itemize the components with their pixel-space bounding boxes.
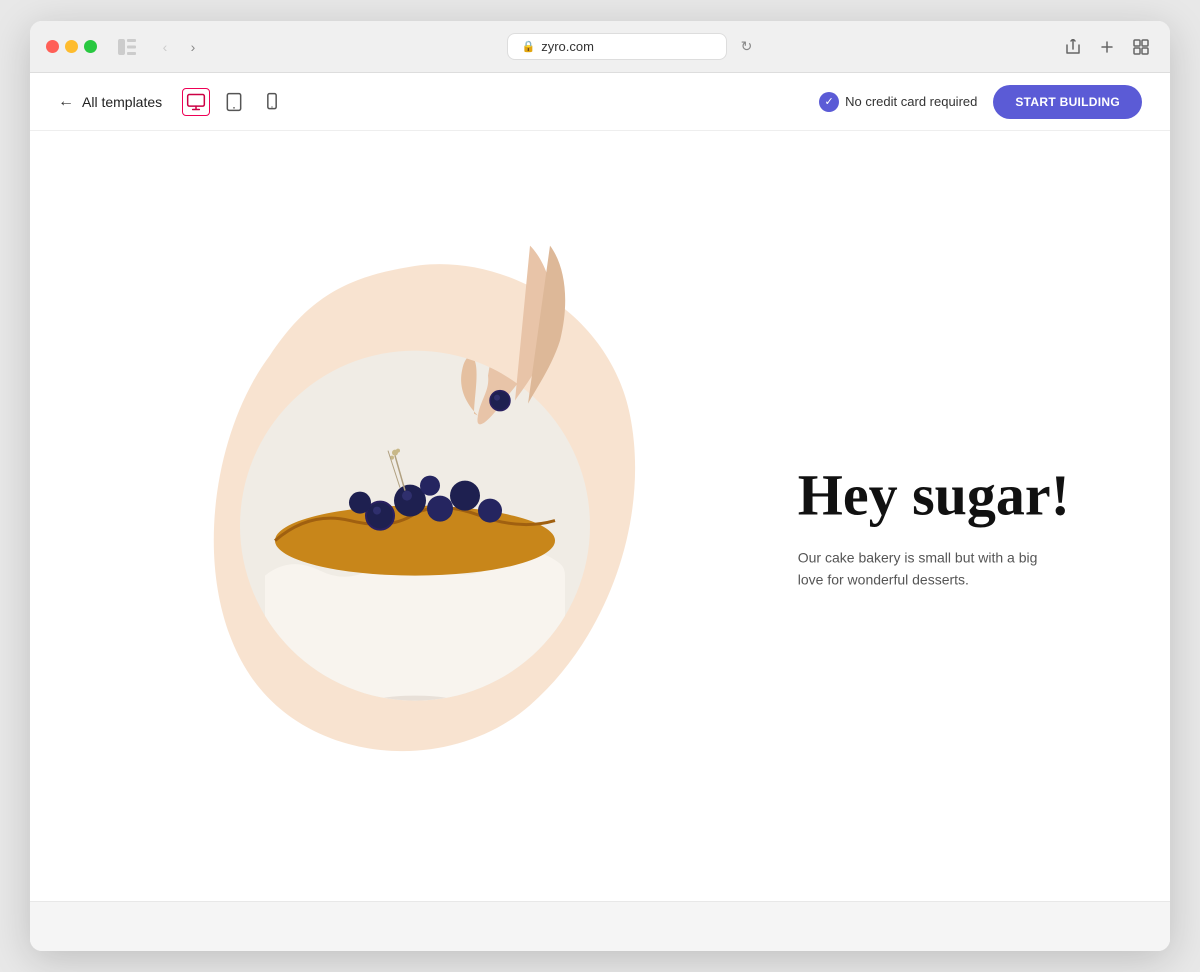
back-nav-arrow[interactable]: ‹ (153, 35, 177, 59)
traffic-light-maximize[interactable] (84, 40, 97, 53)
start-building-button[interactable]: START BUILDING (993, 85, 1142, 119)
cake-illustration (230, 246, 650, 766)
traffic-lights (46, 40, 97, 53)
refresh-button[interactable]: ↻ (735, 35, 759, 59)
checkmark-icon: ✓ (819, 92, 839, 112)
address-bar-container: 🔒 zyro.com ↻ (217, 33, 1048, 60)
app-toolbar: ← All templates (30, 73, 1170, 131)
new-tab-icon[interactable] (1094, 34, 1120, 60)
preview-area: Hey sugar! Our cake bakery is small but … (30, 131, 1170, 901)
hero-heading: Hey sugar! (798, 466, 1070, 527)
no-credit-card-label: No credit card required (845, 94, 977, 109)
traffic-light-minimize[interactable] (65, 40, 78, 53)
nav-arrows: ‹ › (153, 35, 205, 59)
device-icons (182, 88, 286, 116)
browser-chrome: ‹ › 🔒 zyro.com ↻ (30, 21, 1170, 73)
site-preview: Hey sugar! Our cake bakery is small but … (30, 496, 1170, 536)
cake-scene (230, 246, 650, 766)
traffic-light-close[interactable] (46, 40, 59, 53)
hero-subtext: Our cake bakery is small but with a big … (798, 547, 1038, 592)
share-icon[interactable] (1060, 34, 1086, 60)
bottom-bar (30, 901, 1170, 951)
back-to-templates-link[interactable]: ← All templates (58, 93, 162, 111)
back-arrow-icon: ← (58, 93, 74, 111)
back-label: All templates (82, 94, 162, 110)
desktop-view-button[interactable] (182, 88, 210, 116)
hero-text: Hey sugar! Our cake bakery is small but … (798, 466, 1070, 592)
tablet-view-button[interactable] (220, 88, 248, 116)
lock-icon: 🔒 (522, 40, 536, 53)
mobile-view-button[interactable] (258, 88, 286, 116)
address-bar[interactable]: 🔒 zyro.com (507, 33, 727, 60)
browser-window: ‹ › 🔒 zyro.com ↻ (30, 21, 1170, 951)
forward-nav-arrow[interactable]: › (181, 35, 205, 59)
sidebar-toggle-icon[interactable] (113, 33, 141, 61)
toolbar-right: ✓ No credit card required START BUILDING (819, 85, 1142, 119)
windows-icon[interactable] (1128, 34, 1154, 60)
no-credit-card-badge: ✓ No credit card required (819, 92, 977, 112)
url-text: zyro.com (541, 39, 594, 54)
browser-actions (1060, 34, 1154, 60)
